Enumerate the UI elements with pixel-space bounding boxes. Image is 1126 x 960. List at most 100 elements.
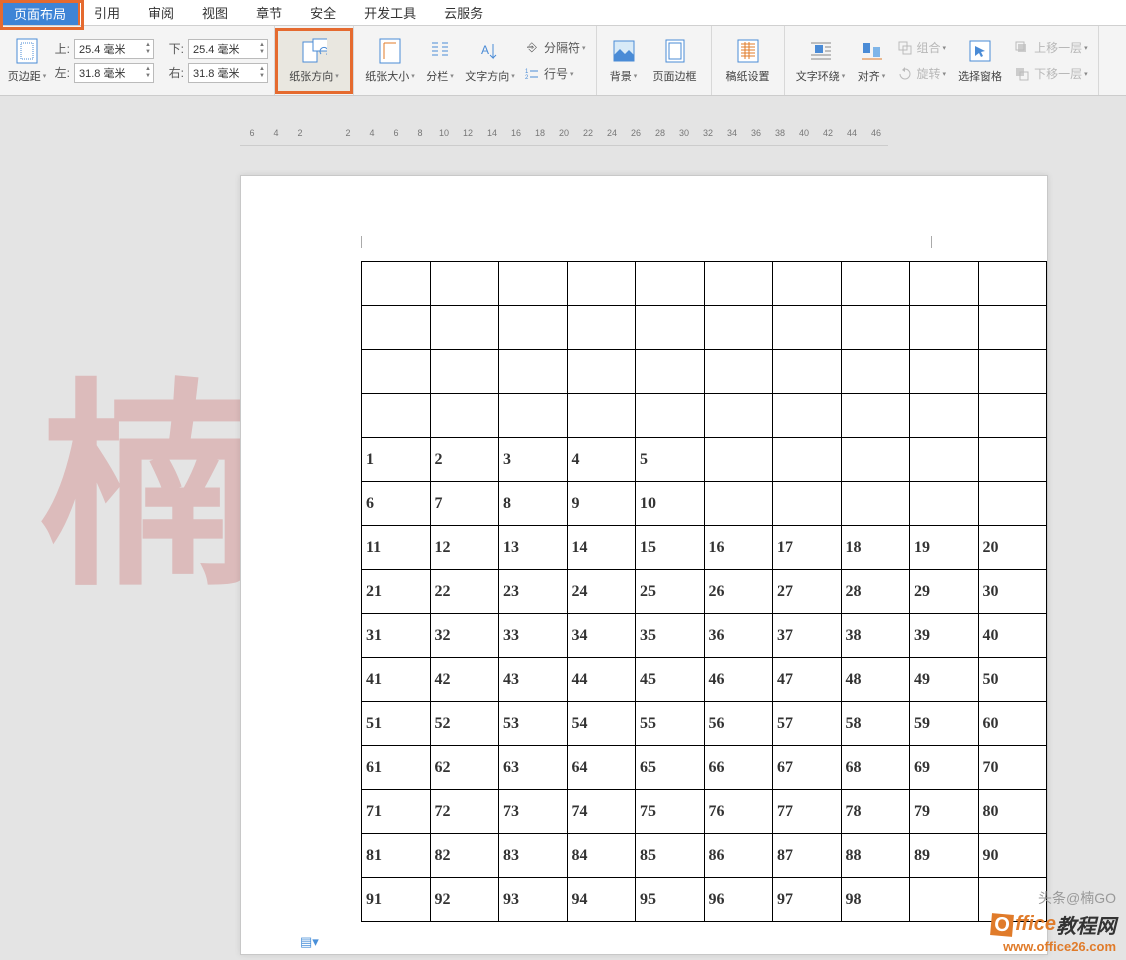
table-row[interactable] [362,306,1047,350]
table-cell[interactable]: 7 [430,482,499,526]
table-cell[interactable]: 27 [773,570,842,614]
table-cell[interactable]: 14 [567,526,636,570]
table-cell[interactable]: 50 [978,658,1047,702]
table-cell[interactable] [430,306,499,350]
table-cell[interactable]: 72 [430,790,499,834]
table-cell[interactable] [430,350,499,394]
document-table[interactable]: 1234567891011121314151617181920212223242… [361,261,1047,922]
columns-button[interactable]: 分栏▾ [420,30,460,92]
tab-dev-tools[interactable]: 开发工具 [350,0,430,26]
table-cell[interactable] [499,394,568,438]
table-cell[interactable]: 92 [430,878,499,922]
table-row[interactable]: 12345 [362,438,1047,482]
table-cell[interactable] [430,262,499,306]
top-margin-input[interactable]: 25.4 毫米▲▼ [74,39,154,59]
table-cell[interactable]: 75 [636,790,705,834]
breaks-button[interactable]: ⎆分隔符▾ [520,37,590,59]
table-cell[interactable]: 20 [978,526,1047,570]
tab-references[interactable]: 引用 [80,0,134,26]
table-cell[interactable]: 53 [499,702,568,746]
table-cell[interactable] [841,262,910,306]
table-cell[interactable] [499,262,568,306]
table-cell[interactable] [773,438,842,482]
table-cell[interactable] [704,350,773,394]
table-cell[interactable]: 64 [567,746,636,790]
table-cell[interactable]: 87 [773,834,842,878]
table-cell[interactable] [430,394,499,438]
table-cell[interactable]: 63 [499,746,568,790]
text-direction-button[interactable]: A 文字方向▾ [460,30,520,92]
table-cell[interactable]: 26 [704,570,773,614]
table-cell[interactable]: 90 [978,834,1047,878]
table-cell[interactable]: 55 [636,702,705,746]
table-cell[interactable]: 11 [362,526,431,570]
table-cell[interactable]: 15 [636,526,705,570]
document-page[interactable]: 1234567891011121314151617181920212223242… [240,175,1048,955]
table-cell[interactable]: 19 [910,526,979,570]
align-button[interactable]: 对齐▾ [851,30,893,92]
table-cell[interactable] [910,306,979,350]
right-margin-input[interactable]: 31.8 毫米▲▼ [188,63,268,83]
table-cell[interactable] [773,306,842,350]
table-cell[interactable]: 25 [636,570,705,614]
table-cell[interactable]: 10 [636,482,705,526]
table-cell[interactable]: 58 [841,702,910,746]
table-cell[interactable] [978,350,1047,394]
table-cell[interactable]: 16 [704,526,773,570]
table-cell[interactable]: 13 [499,526,568,570]
table-cell[interactable]: 18 [841,526,910,570]
table-cell[interactable]: 57 [773,702,842,746]
table-cell[interactable]: 44 [567,658,636,702]
table-cell[interactable] [636,262,705,306]
table-cell[interactable] [910,350,979,394]
table-cell[interactable]: 22 [430,570,499,614]
table-cell[interactable] [910,878,979,922]
table-cell[interactable]: 38 [841,614,910,658]
table-row[interactable]: 81828384858687888990 [362,834,1047,878]
background-button[interactable]: 背景▾ [603,30,645,92]
tab-view[interactable]: 视图 [188,0,242,26]
table-cell[interactable]: 32 [430,614,499,658]
table-cell[interactable]: 2 [430,438,499,482]
table-cell[interactable]: 89 [910,834,979,878]
table-cell[interactable] [773,394,842,438]
table-cell[interactable]: 86 [704,834,773,878]
table-cell[interactable] [978,394,1047,438]
table-row[interactable] [362,394,1047,438]
table-cell[interactable] [841,394,910,438]
table-cell[interactable]: 66 [704,746,773,790]
table-row[interactable]: 41424344454647484950 [362,658,1047,702]
table-cell[interactable]: 65 [636,746,705,790]
table-cell[interactable]: 85 [636,834,705,878]
table-cell[interactable]: 98 [841,878,910,922]
send-backward-button[interactable]: 下移一层▾ [1010,63,1092,85]
table-row[interactable]: 11121314151617181920 [362,526,1047,570]
tab-review[interactable]: 审阅 [134,0,188,26]
table-cell[interactable] [499,306,568,350]
table-cell[interactable] [499,350,568,394]
table-cell[interactable]: 77 [773,790,842,834]
table-cell[interactable]: 83 [499,834,568,878]
table-cell[interactable]: 3 [499,438,568,482]
table-cell[interactable] [978,262,1047,306]
table-cell[interactable] [841,482,910,526]
page-tag-icon[interactable]: ▤▾ [300,934,319,950]
tab-security[interactable]: 安全 [296,0,350,26]
table-cell[interactable]: 42 [430,658,499,702]
table-row[interactable]: 51525354555657585960 [362,702,1047,746]
table-cell[interactable]: 71 [362,790,431,834]
table-cell[interactable]: 70 [978,746,1047,790]
table-cell[interactable] [978,306,1047,350]
table-cell[interactable]: 80 [978,790,1047,834]
table-cell[interactable]: 46 [704,658,773,702]
table-cell[interactable]: 39 [910,614,979,658]
table-cell[interactable]: 4 [567,438,636,482]
table-cell[interactable]: 47 [773,658,842,702]
table-cell[interactable]: 81 [362,834,431,878]
table-cell[interactable]: 54 [567,702,636,746]
table-cell[interactable]: 48 [841,658,910,702]
table-cell[interactable]: 73 [499,790,568,834]
table-cell[interactable] [978,482,1047,526]
table-cell[interactable]: 12 [430,526,499,570]
table-cell[interactable]: 95 [636,878,705,922]
